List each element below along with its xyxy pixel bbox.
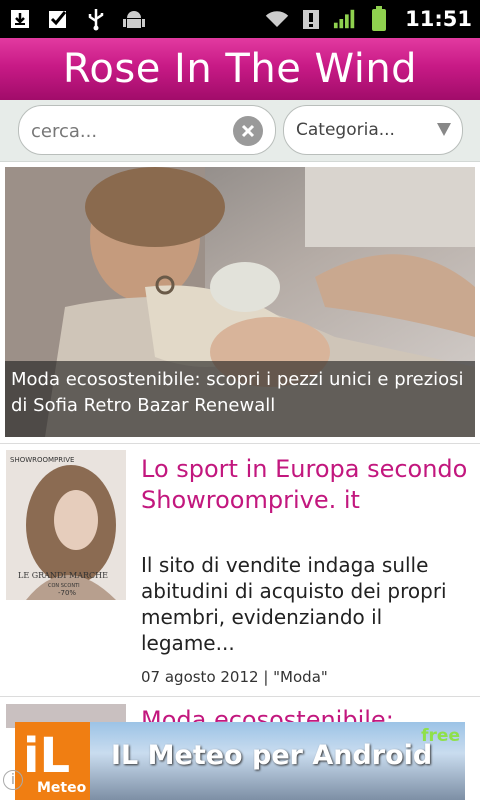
status-bar: 11:51	[0, 0, 480, 38]
divider	[0, 696, 480, 697]
featured-caption: Moda ecosostenibile: scopri i pezzi unic…	[5, 361, 475, 437]
status-time: 11:51	[405, 7, 472, 31]
download-icon	[8, 7, 32, 31]
wifi-icon	[265, 7, 289, 31]
usb-icon	[84, 7, 108, 31]
thumb-brand-text: SHOWROOMPRIVE	[10, 456, 74, 464]
article-excerpt: Il sito di vendite indaga sulle abitudin…	[141, 553, 447, 655]
clear-icon[interactable]	[233, 116, 263, 146]
dropdown-arrow-icon	[436, 121, 452, 141]
ad-logo-text: iL	[23, 728, 70, 784]
android-debug-icon	[122, 7, 146, 31]
ad-title: IL Meteo per Android	[111, 740, 433, 771]
ad-banner[interactable]: iL Meteo IL Meteo per Android free	[15, 722, 465, 800]
alert-icon	[299, 7, 323, 31]
ad-logo-subtext: Meteo	[37, 780, 87, 796]
thumb-headline-text: LE GRANDI MARCHE	[18, 571, 108, 580]
checkbox-icon	[46, 7, 70, 31]
app-header: Rose In The Wind	[0, 38, 480, 100]
divider	[0, 443, 480, 444]
article-thumbnail: SHOWROOMPRIVE LE GRANDI MARCHE CON SCONT…	[6, 450, 126, 600]
signal-icon	[333, 7, 357, 31]
search-field[interactable]	[18, 105, 276, 155]
ad-free-badge: free	[421, 726, 460, 746]
ad-logo: iL Meteo	[15, 722, 90, 800]
featured-article[interactable]: Moda ecosostenibile: scopri i pezzi unic…	[5, 167, 475, 437]
app-screen: 11:51 Rose In The Wind Categoria...	[0, 0, 480, 800]
article-title[interactable]: Lo sport in Europa secondo Showroomprive…	[141, 454, 471, 516]
category-label: Categoria...	[296, 120, 395, 140]
article-item[interactable]: SHOWROOMPRIVE LE GRANDI MARCHE CON SCONT…	[0, 448, 480, 694]
battery-icon	[367, 6, 391, 31]
thumb-percent-text: -70%	[58, 589, 76, 597]
article-meta: 07 agosto 2012 | "Moda"	[141, 668, 328, 686]
app-title: Rose In The Wind	[62, 46, 418, 92]
category-dropdown[interactable]: Categoria...	[283, 105, 463, 155]
search-input[interactable]	[31, 116, 231, 146]
search-bar: Categoria...	[0, 100, 480, 162]
info-icon[interactable]: i	[3, 770, 23, 790]
